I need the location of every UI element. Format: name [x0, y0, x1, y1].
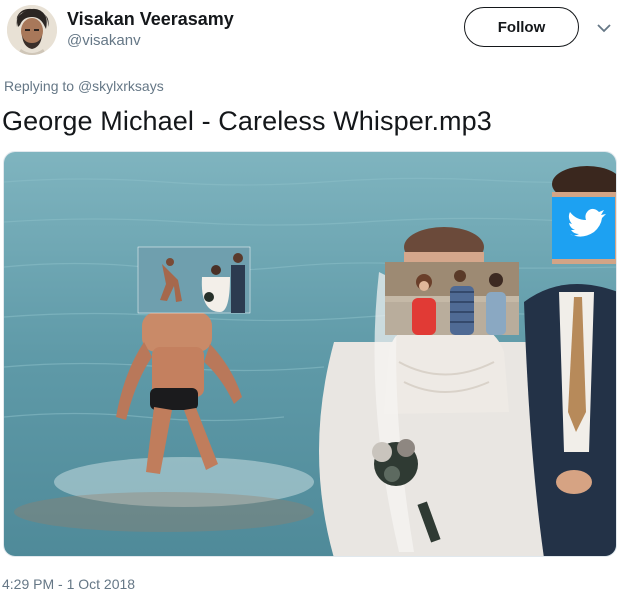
user-handle[interactable]: @visakanv: [67, 32, 141, 49]
tweet-media-image[interactable]: [3, 151, 617, 557]
chevron-down-icon[interactable]: [596, 20, 612, 36]
tweet-header: Visakan Veerasamy @visakanv Follow: [0, 0, 620, 62]
replying-to-label: Replying to: [4, 78, 75, 94]
reply-mention-link[interactable]: @skylxrksays: [78, 78, 164, 94]
avatar[interactable]: [7, 5, 57, 55]
tweet-timestamp[interactable]: 4:29 PM - 1 Oct 2018: [2, 576, 135, 592]
replying-to: Replying to @skylxrksays: [4, 78, 164, 94]
follow-button[interactable]: Follow: [464, 7, 579, 47]
tweet-text: George Michael - Careless Whisper.mp3: [2, 106, 492, 136]
display-name[interactable]: Visakan Veerasamy: [67, 9, 234, 30]
